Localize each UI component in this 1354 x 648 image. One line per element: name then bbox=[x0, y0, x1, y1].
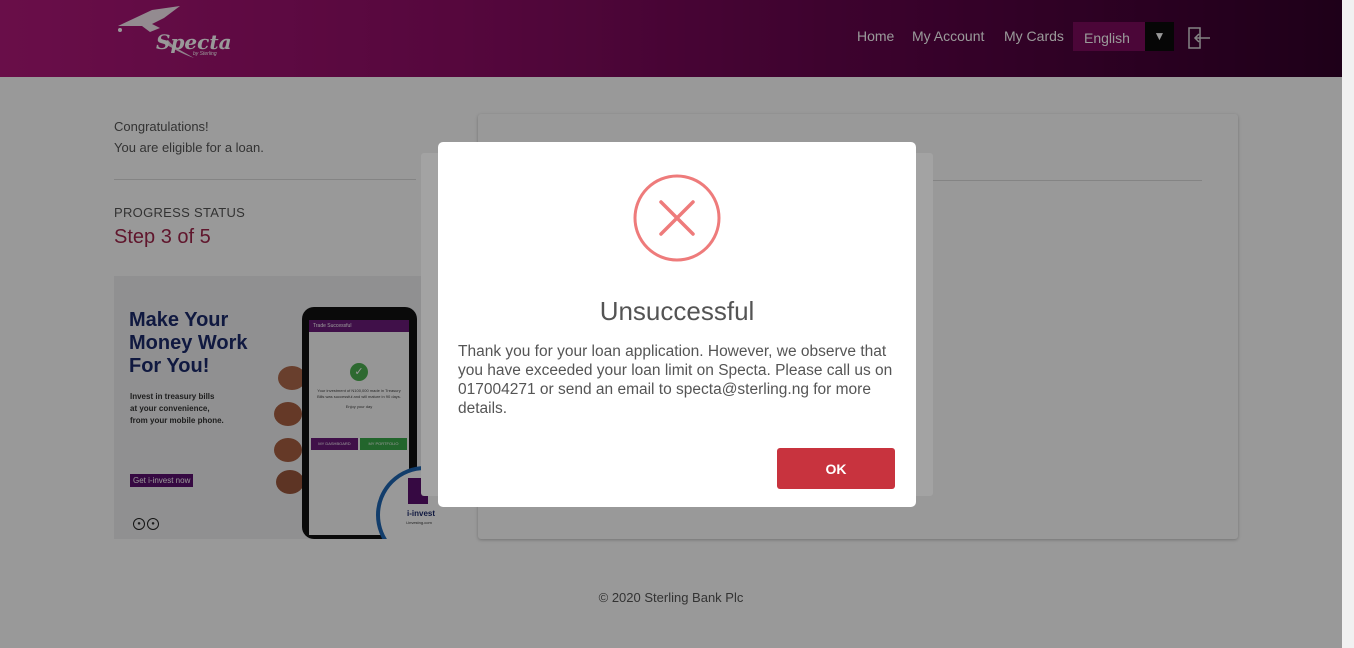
unsuccessful-dialog: Unsuccessful Thank you for your loan app… bbox=[438, 142, 916, 507]
dialog-title: Unsuccessful bbox=[599, 296, 755, 326]
ok-button[interactable]: OK bbox=[777, 448, 895, 489]
page-scrollbar[interactable] bbox=[1342, 0, 1354, 648]
dialog-message: Thank you for your loan application. How… bbox=[458, 343, 893, 417]
x-circle-icon bbox=[633, 174, 721, 262]
